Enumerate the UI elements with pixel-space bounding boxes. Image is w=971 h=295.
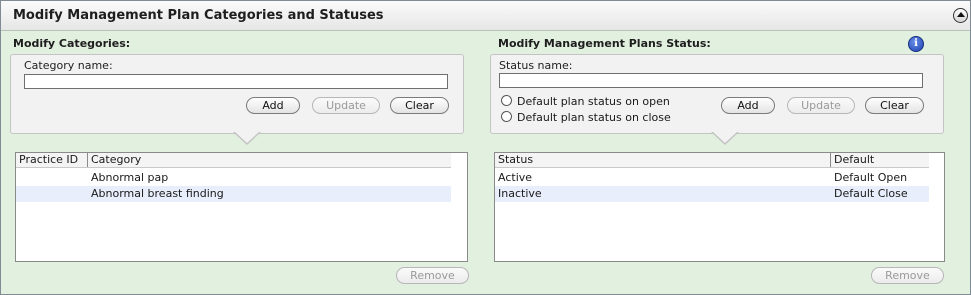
status-panel-pointer xyxy=(711,131,739,145)
cell-default: Default Open xyxy=(834,171,908,184)
radio-close-label: Default plan status on close xyxy=(517,111,671,124)
column-header-status[interactable]: Status xyxy=(495,153,830,167)
categories-section-label: Modify Categories: xyxy=(13,37,131,50)
category-update-button[interactable]: Update xyxy=(312,97,380,114)
radio-open-icon[interactable] xyxy=(501,95,512,106)
status-remove-button[interactable]: Remove xyxy=(871,267,944,284)
status-edit-panel: Status name: Default plan status on open… xyxy=(490,54,944,134)
table-row[interactable]: Active Default Open xyxy=(495,170,929,186)
category-remove-button[interactable]: Remove xyxy=(396,267,469,284)
column-header-practice-id[interactable]: Practice ID xyxy=(16,153,87,167)
cell-status: Active xyxy=(498,171,533,184)
info-icon[interactable]: i xyxy=(908,36,924,52)
cell-status: Inactive xyxy=(498,187,542,200)
category-clear-button[interactable]: Clear xyxy=(390,97,449,114)
table-row-selected[interactable]: Abnormal breast finding xyxy=(16,186,451,202)
column-header-default[interactable]: Default xyxy=(830,153,929,167)
management-plan-window: Modify Management Plan Categories and St… xyxy=(0,0,971,295)
title-bar: Modify Management Plan Categories and St… xyxy=(1,1,970,31)
category-add-button[interactable]: Add xyxy=(246,97,300,114)
category-panel-pointer xyxy=(233,131,261,145)
radio-open-label: Default plan status on open xyxy=(517,95,670,108)
status-update-button[interactable]: Update xyxy=(787,97,855,114)
categories-table-header: Practice ID Category xyxy=(16,153,451,168)
category-name-label: Category name: xyxy=(24,59,113,72)
default-on-close-radio[interactable]: Default plan status on close xyxy=(501,111,671,124)
status-table[interactable]: Status Default Active Default Open Inact… xyxy=(494,152,945,262)
category-edit-panel: Category name: Add Update Clear xyxy=(10,54,464,134)
categories-table[interactable]: Practice ID Category Abnormal pap Abnorm… xyxy=(15,152,468,262)
page-title: Modify Management Plan Categories and St… xyxy=(13,8,384,23)
table-row[interactable]: Abnormal pap xyxy=(16,170,451,186)
radio-close-icon[interactable] xyxy=(501,111,512,122)
status-name-input[interactable] xyxy=(499,73,923,88)
column-header-category[interactable]: Category xyxy=(87,153,451,167)
category-name-input[interactable] xyxy=(24,74,448,89)
default-on-open-radio[interactable]: Default plan status on open xyxy=(501,95,670,108)
cell-default: Default Close xyxy=(834,187,908,200)
status-section-label: Modify Management Plans Status: xyxy=(498,37,711,50)
status-table-header: Status Default xyxy=(495,153,929,168)
table-row-selected[interactable]: Inactive Default Close xyxy=(495,186,929,202)
cell-category: Abnormal breast finding xyxy=(91,187,224,200)
status-add-button[interactable]: Add xyxy=(721,97,775,114)
status-name-label: Status name: xyxy=(499,59,573,72)
collapse-up-icon[interactable] xyxy=(953,8,968,23)
cell-category: Abnormal pap xyxy=(91,171,169,184)
status-clear-button[interactable]: Clear xyxy=(865,97,924,114)
